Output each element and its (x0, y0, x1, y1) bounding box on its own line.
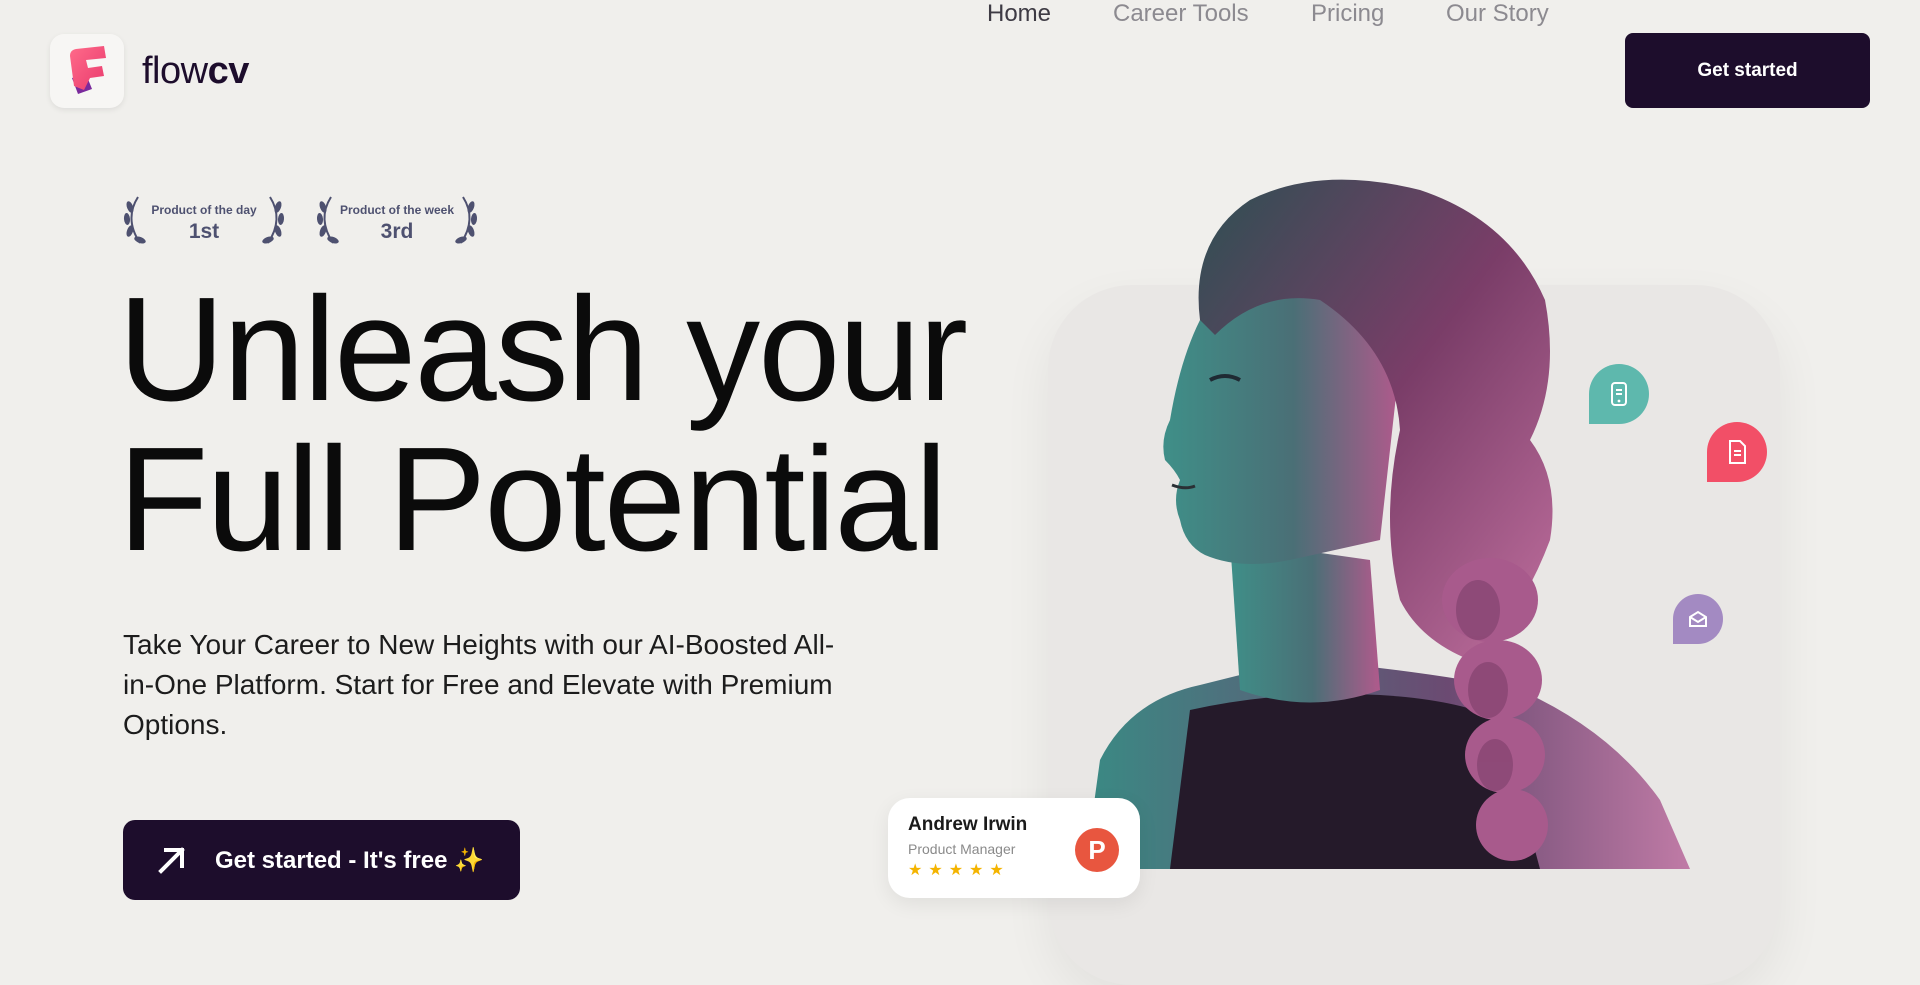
document-icon (1729, 440, 1746, 464)
mail-icon (1689, 610, 1707, 627)
woman-portrait-image (1085, 179, 1690, 869)
mail-bubble (1673, 594, 1723, 644)
rating-stars: ★★★★★ (908, 862, 1010, 879)
reviewer-role: Product Manager (908, 841, 1016, 857)
review-card: Andrew Irwin Product Manager ★★★★★ P (888, 798, 1140, 898)
reviewer-name: Andrew Irwin (908, 814, 1028, 835)
producthunt-icon: P (1075, 828, 1119, 872)
document-bubble (1707, 422, 1767, 482)
phone-icon (1611, 382, 1627, 406)
phone-bubble (1589, 364, 1649, 424)
